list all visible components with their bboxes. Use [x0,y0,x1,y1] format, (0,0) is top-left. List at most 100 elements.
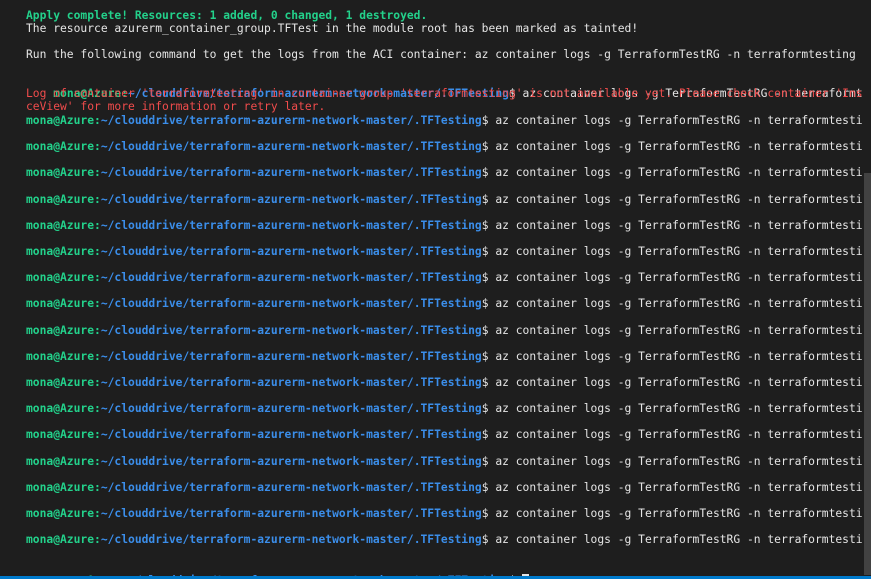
prompt-user: mona@Azure [26,324,95,337]
prompt-user: mona@Azure [26,219,95,232]
error-line-continuation: ceView' for more information or retry la… [26,100,326,113]
prompt-separator: : [94,350,101,363]
prompt-dollar: $ [481,376,489,389]
prompt-separator: : [94,376,101,389]
prompt-separator: : [94,428,101,441]
command-text: az container logs -g TerraformTestRG -n … [488,271,871,284]
prompt-dollar: $ [481,455,489,468]
prompt-line: mona@Azure:~/clouddrive/terraform-azurer… [26,324,871,337]
prompt-dollar: $ [481,402,489,415]
terminal-panel[interactable]: Apply complete! Resources: 1 added, 0 ch… [0,0,871,579]
prompt-separator: : [94,166,101,179]
prompt-path: ~/clouddrive/terraform-azurerm-network-m… [100,455,482,468]
error-line: Log of container 'terraformtesting' in c… [26,87,871,100]
prompt-line: mona@Azure:~/clouddrive/terraform-azurer… [26,455,871,468]
prompt-separator: : [94,455,101,468]
prompt-user: mona@Azure [26,428,95,441]
prompt-line: mona@Azure:~/clouddrive/terraform-azurer… [26,271,871,284]
prompt-separator: : [94,140,101,153]
prompt-path: ~/clouddrive/terraform-azurerm-network-m… [100,428,482,441]
scrollbar-thumb[interactable] [864,173,871,575]
prompt-line: mona@Azure:~/clouddrive/terraform-azurer… [26,114,871,127]
prompt-dollar: $ [481,350,489,363]
prompt-line: mona@Azure:~/clouddrive/terraform-azurer… [26,376,871,389]
prompt-path: ~/clouddrive/terraform-azurerm-network-m… [100,193,482,206]
prompt-line: mona@Azure:~/clouddrive/terraform-azurer… [26,193,871,206]
prompt-user: mona@Azure [26,166,95,179]
prompt-line: mona@Azure:~/clouddrive/terraform-azurer… [26,402,871,415]
scrollbar-track[interactable] [863,0,871,579]
prompt-separator: : [94,533,101,546]
prompt-dollar: $ [481,297,489,310]
prompt-dollar: $ [481,114,489,127]
prompt-path: ~/clouddrive/terraform-azurerm-network-m… [100,324,482,337]
prompt-user: mona@Azure [26,297,95,310]
command-text: az container logs -g TerraformTestRG -n … [488,428,871,441]
prompt-line: mona@Azure:~/clouddrive/terraform-azurer… [26,219,871,232]
prompt-separator: : [94,507,101,520]
prompt-separator: : [94,271,101,284]
prompt-line: mona@Azure:~/clouddrive/terraform-azurer… [26,140,871,153]
prompt-dollar: $ [481,324,489,337]
command-text: az container logs -g TerraformTestRG -n … [488,507,871,520]
prompt-user: mona@Azure [26,507,95,520]
command-text: az container logs -g TerraformTestRG -n … [488,166,871,179]
prompt-line: mona@Azure:~/clouddrive/terraform-azurer… [26,533,871,546]
prompt-path: ~/clouddrive/terraform-azurerm-network-m… [100,245,482,258]
prompt-path: ~/clouddrive/terraform-azurerm-network-m… [100,402,482,415]
run-command-hint-line: Run the following command to get the log… [26,48,856,61]
prompt-user: mona@Azure [26,193,95,206]
prompt-user: mona@Azure [26,245,95,258]
prompt-user: mona@Azure [26,455,95,468]
prompt-separator: : [94,297,101,310]
prompt-path: ~/clouddrive/terraform-azurerm-network-m… [100,507,482,520]
prompt-path: ~/clouddrive/terraform-azurerm-network-m… [100,481,482,494]
prompt-path: ~/clouddrive/terraform-azurerm-network-m… [100,350,482,363]
prompt-line: mona@Azure:~/clouddrive/terraform-azurer… [26,350,871,363]
prompt-line: mona@Azure:~/clouddrive/terraform-azurer… [26,245,871,258]
command-text: az container logs -g TerraformTestRG -n … [488,402,871,415]
prompt-separator: : [94,219,101,232]
command-text: az container logs -g TerraformTestRG -n … [488,376,871,389]
command-text: az container logs -g TerraformTestRG -n … [488,245,871,258]
prompt-path: ~/clouddrive/terraform-azurerm-network-m… [100,166,482,179]
prompt-separator: : [94,402,101,415]
command-text: az container logs -g TerraformTestRG -n … [488,219,871,232]
prompt-path: ~/clouddrive/terraform-azurerm-network-m… [100,533,482,546]
command-text: az container logs -g TerraformTestRG -n … [488,114,871,127]
command-text: az container logs -g TerraformTestRG -n … [488,455,871,468]
prompt-path: ~/clouddrive/terraform-azurerm-network-m… [100,140,482,153]
prompt-line: mona@Azure:~/clouddrive/terraform-azurer… [26,507,871,520]
prompt-line: mona@Azure:~/clouddrive/terraform-azurer… [26,166,871,179]
prompt-line: mona@Azure:~/clouddrive/terraform-azurer… [26,428,871,441]
prompt-user: mona@Azure [26,533,95,546]
prompt-user: mona@Azure [26,350,95,363]
prompt-dollar: $ [481,166,489,179]
prompt-user: mona@Azure [26,140,95,153]
prompt-line: mona@Azure:~/clouddrive/terraform-azurer… [26,297,871,310]
prompt-separator: : [94,114,101,127]
prompt-path: ~/clouddrive/terraform-azurerm-network-m… [100,376,482,389]
prompt-dollar: $ [481,271,489,284]
prompt-path: ~/clouddrive/terraform-azurerm-network-m… [100,114,482,127]
prompt-path: ~/clouddrive/terraform-azurerm-network-m… [100,271,482,284]
apply-complete-line: Apply complete! Resources: 1 added, 0 ch… [26,9,428,22]
prompt-dollar: $ [481,428,489,441]
command-text: az container logs -g TerraformTestRG -n … [488,481,871,494]
prompt-separator: : [94,193,101,206]
prompt-user: mona@Azure [26,376,95,389]
prompt-line: mona@Azure:~/clouddrive/terraform-azurer… [26,481,871,494]
prompt-separator: : [94,481,101,494]
prompt-dollar: $ [481,193,489,206]
command-text: az container logs -g TerraformTestRG -n … [488,350,871,363]
prompt-dollar: $ [481,533,489,546]
command-text: az container logs -g TerraformTestRG -n … [488,297,871,310]
prompt-dollar: $ [481,245,489,258]
prompt-user: mona@Azure [26,114,95,127]
prompt-dollar: $ [481,507,489,520]
active-prompt-line[interactable]: mona@Azure:~/clouddrive/terraform-azurer… [26,561,529,579]
prompt-path: ~/clouddrive/terraform-azurerm-network-m… [100,219,482,232]
command-text: az container logs -g TerraformTestRG -n … [488,324,871,337]
prompt-separator: : [94,245,101,258]
prompt-user: mona@Azure [26,402,95,415]
